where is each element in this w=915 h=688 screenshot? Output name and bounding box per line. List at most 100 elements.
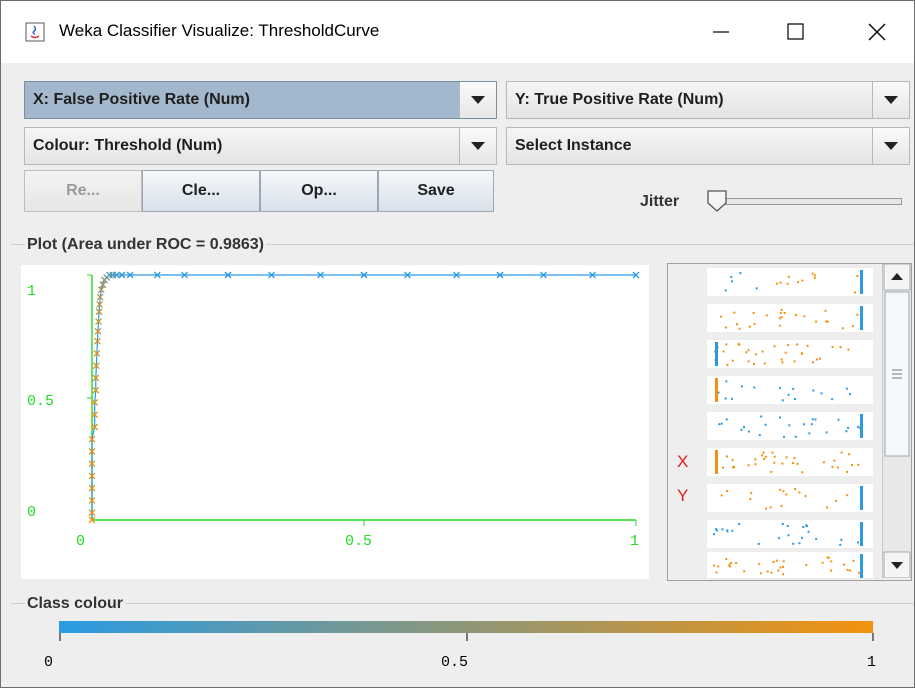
strip-point [780, 505, 783, 508]
dropdown-button[interactable] [459, 128, 496, 164]
scale-label: 1 [867, 654, 876, 671]
minimize-button[interactable] [691, 1, 751, 63]
strip-point [796, 343, 799, 346]
strip-point [773, 461, 776, 464]
jitter-label: Jitter [640, 193, 680, 210]
strip-point [797, 281, 800, 284]
attribute-panel[interactable]: X Y [667, 263, 912, 581]
open-button[interactable]: Op... [260, 170, 378, 212]
strip-point [793, 456, 796, 459]
strip-point [758, 434, 761, 437]
clear-button[interactable]: Cle... [142, 170, 260, 212]
strip-point [745, 351, 748, 354]
strip-point [805, 564, 808, 567]
reset-button[interactable]: Re... [24, 170, 142, 212]
strip-point [753, 323, 756, 326]
strip-point [747, 464, 750, 467]
strip-point [740, 428, 743, 431]
scrollbar-graphics[interactable] [883, 264, 911, 579]
strip-point [811, 418, 814, 421]
dropdown-button[interactable] [872, 82, 909, 118]
jitter-slider-track[interactable] [710, 198, 902, 205]
x-axis-select[interactable]: X: False Positive Rate (Num) [24, 81, 497, 119]
save-button[interactable]: Save [378, 170, 494, 212]
dropdown-button[interactable] [872, 128, 909, 164]
java-app-icon [25, 22, 45, 42]
strip-point [845, 387, 848, 390]
strip-point [848, 569, 851, 572]
plot-panel[interactable]: 1 0.5 0 0 0.5 1 [21, 265, 649, 579]
jitter-slider-thumb[interactable] [706, 189, 728, 213]
triangle-down-icon [471, 96, 485, 104]
maximize-button[interactable] [765, 1, 825, 63]
strip-point [718, 423, 721, 426]
strip-point [847, 426, 850, 429]
attribute-strip[interactable] [707, 484, 873, 512]
scale-label: 0.5 [441, 654, 468, 671]
attribute-strips[interactable] [668, 264, 882, 578]
roc-point[interactable] [99, 281, 107, 289]
strip-point [801, 536, 803, 539]
instance-select[interactable]: Select Instance [506, 127, 910, 165]
maximize-icon [787, 23, 804, 40]
attribute-strip[interactable] [707, 304, 873, 332]
strip-point [730, 276, 733, 279]
strip-point [819, 357, 822, 360]
strip-point [848, 453, 850, 456]
colour-select[interactable]: Colour: Threshold (Num) [24, 127, 497, 165]
strip-point [815, 537, 818, 540]
strip-point [846, 470, 848, 473]
attribute-strip[interactable] [707, 552, 873, 578]
class-colour-scale: 0 0.5 1 [44, 633, 876, 671]
attribute-strip[interactable] [707, 448, 873, 476]
dropdown-button[interactable] [459, 82, 496, 118]
strip-point [815, 320, 818, 323]
strip-point [713, 564, 715, 567]
strip-point [808, 432, 811, 435]
strip-point [731, 397, 733, 400]
attribute-strip[interactable] [707, 520, 873, 548]
strip-point [785, 493, 788, 496]
attribute-scrollbar[interactable] [882, 264, 911, 579]
close-button[interactable] [847, 1, 907, 63]
strip-point [821, 561, 824, 564]
strip-point [856, 425, 859, 428]
strip-point [724, 397, 727, 400]
strip-point [738, 327, 741, 330]
strip-point [812, 389, 815, 392]
strip-point [788, 424, 791, 427]
strip-bar [860, 306, 863, 330]
strip-point [725, 418, 728, 421]
y-tick-label: 1 [27, 283, 36, 300]
y-axis-select[interactable]: Y: True Positive Rate (Num) [506, 81, 910, 119]
strip-point [778, 324, 781, 327]
strip-point [805, 524, 808, 527]
strip-point [713, 533, 715, 536]
strip-point [757, 542, 760, 545]
roc-scatter-plot[interactable]: 1 0.5 0 0 0.5 1 [21, 265, 649, 579]
strip-point [779, 416, 781, 419]
strip-point [857, 541, 860, 544]
strip-point [806, 344, 809, 347]
strip-point [754, 458, 757, 461]
strip-point [720, 422, 723, 425]
strip-point [792, 462, 795, 465]
strip-point [825, 431, 828, 434]
strip-point [813, 274, 816, 277]
strip-point [822, 461, 825, 464]
strip-bar [860, 414, 863, 438]
roc-curve-line [91, 274, 636, 520]
strip-point [731, 529, 734, 532]
strip-point [735, 561, 738, 564]
strip-point [761, 454, 764, 457]
strip-point [741, 385, 743, 388]
strip-point [724, 289, 727, 292]
strip-point [779, 281, 782, 284]
title-bar[interactable]: Weka Classifier Visualize: ThresholdCurv… [1, 1, 914, 63]
attribute-strip[interactable] [707, 340, 873, 368]
strip-point [778, 386, 781, 389]
class-colour-group-border [11, 603, 914, 604]
strip-point [852, 325, 854, 328]
strip-point [820, 392, 823, 395]
strip-point [732, 465, 735, 468]
